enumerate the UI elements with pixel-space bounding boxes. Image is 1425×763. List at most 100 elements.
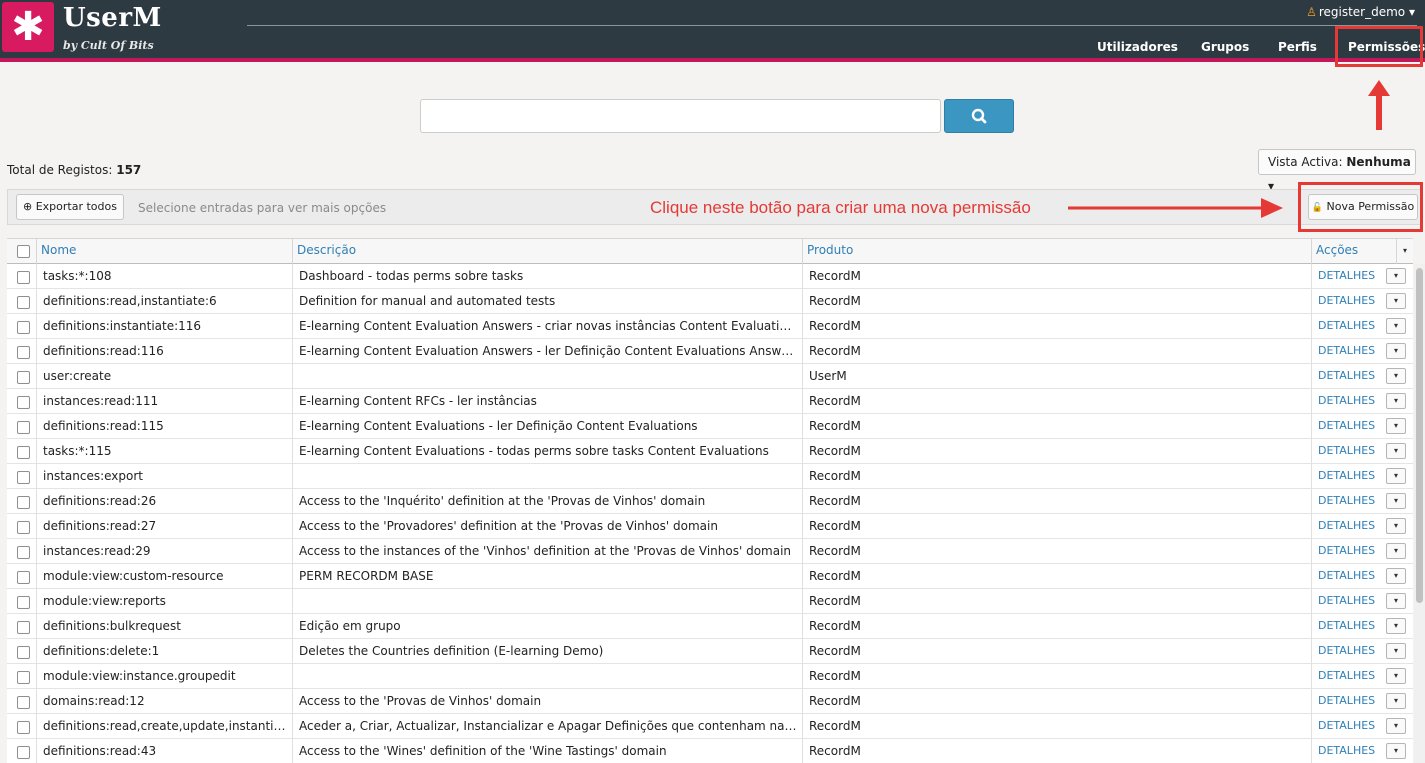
row-checkbox[interactable] [17,396,30,409]
details-link[interactable]: DETALHES [1318,489,1375,513]
details-link[interactable]: DETALHES [1318,389,1375,413]
details-link[interactable]: DETALHES [1318,464,1375,488]
row-actions-dropdown-icon[interactable]: ▾ [1386,468,1406,484]
column-divider [36,439,37,464]
row-checkbox[interactable] [17,746,30,759]
nav-item-perfis[interactable]: Perfis [1278,40,1317,54]
details-link[interactable]: DETALHES [1318,589,1375,613]
user-menu[interactable]: ♙ register_demo ▾ [1306,5,1415,19]
row-checkbox[interactable] [17,671,30,684]
column-divider [1311,439,1312,464]
column-divider [36,714,37,739]
row-checkbox[interactable] [17,496,30,509]
row-actions-dropdown-icon[interactable]: ▾ [1386,293,1406,309]
columns-menu-chevron-icon[interactable]: ▾ [1396,238,1413,264]
row-checkbox[interactable] [17,346,30,359]
column-divider [802,614,803,639]
app-title[interactable]: UserM [63,3,162,33]
cell-name: definitions:delete:1 [43,644,160,658]
search-button[interactable] [944,99,1014,133]
row-checkbox[interactable] [17,471,30,484]
row-checkbox[interactable] [17,546,30,559]
row-actions-dropdown-icon[interactable]: ▾ [1386,743,1406,759]
details-link[interactable]: DETALHES [1318,314,1375,338]
row-checkbox[interactable] [17,296,30,309]
row-checkbox[interactable] [17,521,30,534]
column-divider [802,389,803,414]
row-actions-dropdown-icon[interactable]: ▾ [1386,318,1406,334]
row-actions-dropdown-icon[interactable]: ▾ [1386,343,1406,359]
details-link[interactable]: DETALHES [1318,639,1375,663]
select-all-checkbox[interactable] [17,245,30,258]
details-link[interactable]: DETALHES [1318,339,1375,363]
details-link[interactable]: DETALHES [1318,439,1375,463]
row-actions-dropdown-icon[interactable]: ▾ [1386,668,1406,684]
column-header-description[interactable]: Descrição [292,238,802,264]
column-divider [36,464,37,489]
details-link[interactable]: DETALHES [1318,739,1375,763]
details-link[interactable]: DETALHES [1318,414,1375,438]
details-link[interactable]: DETALHES [1318,514,1375,538]
details-link[interactable]: DETALHES [1318,614,1375,638]
row-actions-dropdown-icon[interactable]: ▾ [1386,618,1406,634]
row-actions-dropdown-icon[interactable]: ▾ [1386,518,1406,534]
details-link[interactable]: DETALHES [1318,264,1375,288]
details-link[interactable]: DETALHES [1318,289,1375,313]
cell-product: RecordM [809,444,861,458]
details-link[interactable]: DETALHES [1318,364,1375,388]
cell-product: RecordM [809,319,861,333]
active-view-dropdown[interactable]: Vista Activa: Nenhuma ▾ [1258,149,1416,193]
row-checkbox[interactable] [17,596,30,609]
column-divider [292,639,293,664]
row-checkbox[interactable] [17,321,30,334]
column-header-name[interactable]: Nome [36,238,292,264]
row-checkbox[interactable] [17,271,30,284]
row-checkbox[interactable] [17,721,30,734]
row-actions-dropdown-icon[interactable]: ▾ [1386,368,1406,384]
details-link[interactable]: DETALHES [1318,564,1375,588]
row-actions-dropdown-icon[interactable]: ▾ [1386,643,1406,659]
details-link[interactable]: DETALHES [1318,689,1375,713]
row-checkbox[interactable] [17,371,30,384]
row-actions-dropdown-icon[interactable]: ▾ [1386,543,1406,559]
details-link[interactable]: DETALHES [1318,664,1375,688]
nav-item-utilizadores[interactable]: Utilizadores [1097,40,1178,54]
column-divider [292,739,293,763]
cell-name: definitions:read,instantiate:6 [43,294,217,308]
column-divider [1311,564,1312,589]
search-input[interactable] [420,99,941,133]
column-divider [1311,739,1312,763]
asterisk-logo-icon[interactable]: ✱ [2,2,54,52]
nav-item-grupos[interactable]: Grupos [1201,40,1249,54]
column-divider [802,414,803,439]
row-actions-dropdown-icon[interactable]: ▾ [1386,418,1406,434]
cell-product: RecordM [809,494,861,508]
row-actions-dropdown-icon[interactable]: ▾ [1386,593,1406,609]
export-all-button[interactable]: ⊕ Exportar todos [16,194,124,220]
new-permission-button[interactable]: 🔓 Nova Permissão [1308,194,1418,220]
row-actions-dropdown-icon[interactable]: ▾ [1386,568,1406,584]
scrollbar-thumb[interactable] [1416,268,1423,603]
row-actions-dropdown-icon[interactable]: ▾ [1386,493,1406,509]
column-divider [802,639,803,664]
cell-description: Edição em grupo [299,619,401,633]
row-checkbox[interactable] [17,621,30,634]
details-link[interactable]: DETALHES [1318,714,1375,738]
cell-name: instances:export [43,469,144,483]
cell-product: RecordM [809,744,861,758]
row-actions-dropdown-icon[interactable]: ▾ [1386,393,1406,409]
row-checkbox[interactable] [17,646,30,659]
row-checkbox[interactable] [17,696,30,709]
column-header-product[interactable]: Produto [802,238,1311,264]
cell-description [299,464,797,489]
row-actions-dropdown-icon[interactable]: ▾ [1386,693,1406,709]
row-checkbox[interactable] [17,421,30,434]
row-actions-dropdown-icon[interactable]: ▾ [1386,443,1406,459]
cell-product: RecordM [809,469,861,483]
row-actions-dropdown-icon[interactable]: ▾ [1386,268,1406,284]
row-checkbox[interactable] [17,446,30,459]
cell-name: module:view:reports [43,594,166,608]
details-link[interactable]: DETALHES [1318,539,1375,563]
row-checkbox[interactable] [17,571,30,584]
row-actions-dropdown-icon[interactable]: ▾ [1386,718,1406,734]
